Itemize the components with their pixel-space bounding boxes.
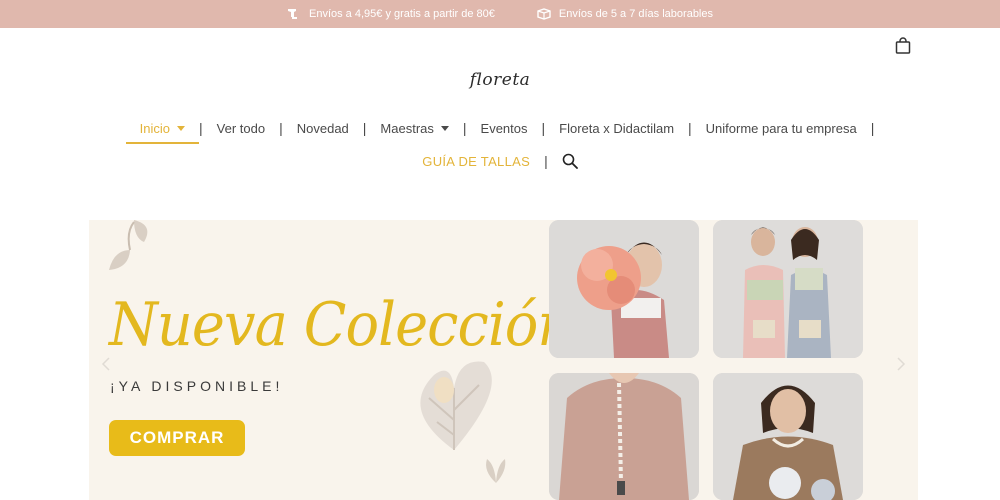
announcement-bar: Envíos a 4,95€ y gratis a partir de 80€ …	[0, 0, 1000, 28]
nav-item-guia-de-tallas[interactable]: GUÍA DE TALLAS	[422, 154, 544, 169]
hero-banner: Nueva Colección ¡YA DISPONIBLE! COMPRAR	[89, 220, 918, 500]
leaf-decoration	[109, 220, 148, 270]
product-photo-flower	[549, 220, 699, 358]
nav-separator: |	[544, 153, 548, 169]
box-icon	[537, 8, 551, 20]
hero-title: Nueva Colección	[109, 290, 573, 360]
product-photo-model-brown	[713, 373, 863, 500]
shopping-bag-icon[interactable]	[894, 37, 912, 55]
shipping-time-text: Envíos de 5 a 7 días laborables	[558, 8, 713, 20]
caret-down-icon	[440, 125, 449, 131]
product-photo-two-models	[713, 220, 863, 358]
main-navigation: Inicio | Ver todo | Novedad | Maestras |…	[0, 116, 1000, 144]
nav-item-ver-todo[interactable]: Ver todo	[203, 121, 279, 136]
nav-item-uniforme-empresa[interactable]: Uniforme para tu empresa	[692, 121, 871, 136]
nav-separator: |	[870, 120, 875, 136]
secondary-navigation: GUÍA DE TALLAS |	[0, 150, 1000, 172]
hero-subtitle: ¡YA DISPONIBLE!	[110, 378, 284, 394]
heart-leaf-decoration	[420, 361, 492, 450]
small-leaf-decoration	[486, 459, 506, 483]
nav-item-maestras[interactable]: Maestras	[366, 121, 462, 136]
shipping-cost-text: Envíos a 4,95€ y gratis a partir de 80€	[309, 8, 495, 20]
caret-down-icon	[177, 125, 186, 131]
comprar-button[interactable]: COMPRAR	[109, 420, 245, 456]
nav-item-inicio[interactable]: Inicio	[125, 120, 200, 144]
shipping-time-message: Envíos de 5 a 7 días laborables	[537, 8, 713, 20]
site-logo[interactable]: floreta	[0, 70, 1000, 90]
chevron-left-icon[interactable]	[101, 356, 111, 372]
shipping-truck-icon	[287, 8, 301, 20]
search-icon[interactable]	[562, 153, 578, 169]
chevron-right-icon[interactable]	[896, 356, 906, 372]
product-photo-blouse	[549, 373, 699, 500]
nav-item-floreta-x-didactilam[interactable]: Floreta x Didactilam	[545, 121, 688, 136]
shipping-cost-message: Envíos a 4,95€ y gratis a partir de 80€	[287, 8, 495, 20]
nav-item-eventos[interactable]: Eventos	[467, 121, 542, 136]
nav-item-label: Inicio	[139, 120, 171, 136]
nav-item-novedad[interactable]: Novedad	[283, 121, 363, 136]
nav-item-label: Maestras	[380, 120, 434, 136]
